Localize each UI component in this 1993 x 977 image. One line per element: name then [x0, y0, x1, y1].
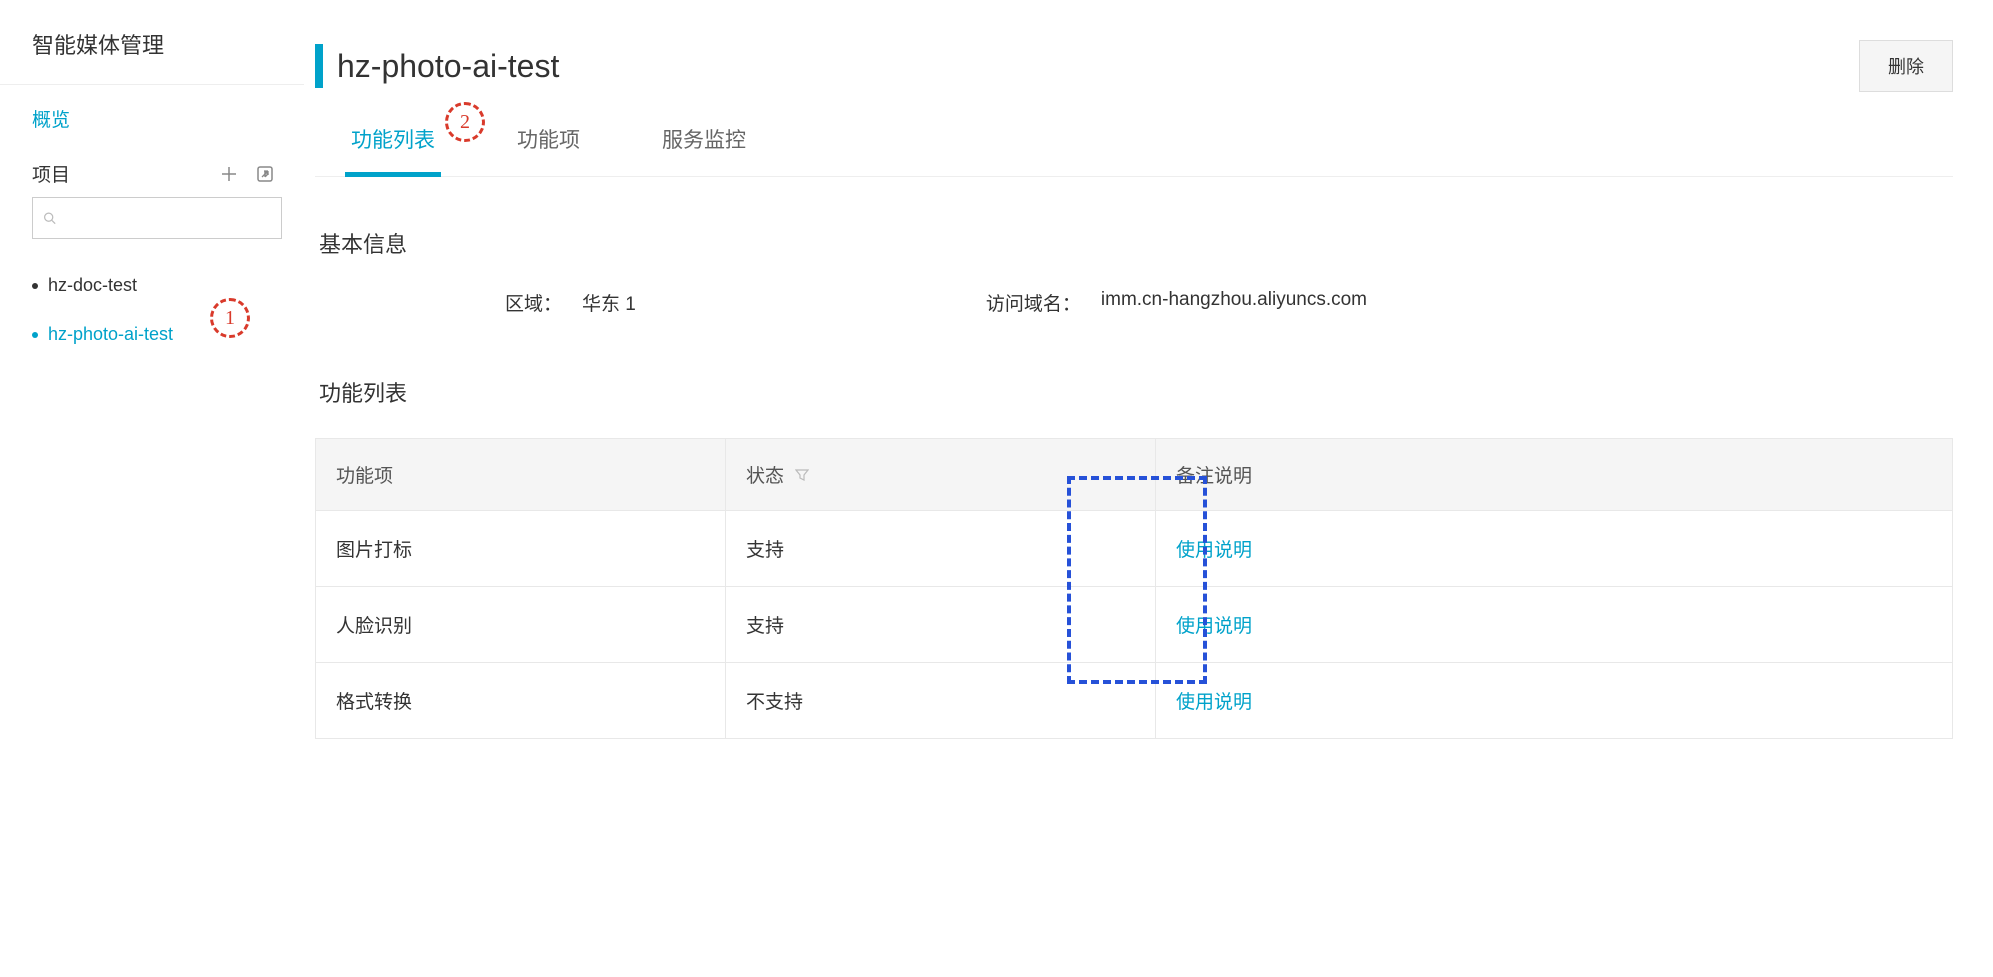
page-title: hz-photo-ai-test [337, 48, 559, 85]
export-icon[interactable] [254, 163, 276, 185]
domain-label: 访问域名： [986, 289, 1081, 316]
cell-status: 不支持 [726, 663, 1156, 739]
cell-status: 支持 [726, 587, 1156, 663]
brand-title: 智能媒体管理 [0, 0, 304, 84]
cell-feature: 图片打标 [316, 511, 726, 587]
annotation-marker-2: 2 [445, 102, 485, 142]
tab-function-item[interactable]: 功能项 [511, 124, 586, 176]
projects-title: 项目 [32, 160, 70, 187]
tab-label: 功能列表 [351, 129, 435, 152]
project-item-hz-photo-ai-test[interactable]: hz-photo-ai-test 1 [0, 310, 304, 359]
tabs: 功能列表 2 功能项 服务监控 [315, 124, 1953, 177]
basic-info-row: 区域： 华东 1 访问域名： imm.cn-hangzhou.aliyuncs.… [315, 289, 1953, 326]
bullet-icon [32, 283, 38, 289]
project-item-hz-doc-test[interactable]: hz-doc-test [0, 261, 304, 310]
usage-link[interactable]: 使用说明 [1176, 540, 1252, 561]
table-row: 人脸识别 支持 使用说明 [316, 587, 1953, 663]
section-title-function-list: 功能列表 [319, 376, 1953, 408]
project-search-input[interactable] [32, 197, 282, 239]
title-accent-bar [315, 44, 323, 88]
th-status[interactable]: 状态 [726, 439, 1156, 511]
cell-feature: 格式转换 [316, 663, 726, 739]
region-value: 华东 1 [582, 289, 636, 316]
main-content: hz-photo-ai-test 删除 功能列表 2 功能项 服务监控 基本信息… [305, 0, 1993, 977]
function-table: 功能项 状态 备注说明 图片打标 支持 使用说明 [315, 438, 1953, 739]
tab-service-monitor[interactable]: 服务监控 [656, 124, 752, 176]
project-item-label: hz-photo-ai-test [48, 324, 173, 345]
section-title-basic-info: 基本信息 [319, 227, 1953, 259]
th-note: 备注说明 [1156, 439, 1953, 511]
delete-button[interactable]: 删除 [1859, 40, 1953, 92]
table-row: 格式转换 不支持 使用说明 [316, 663, 1953, 739]
th-feature: 功能项 [316, 439, 726, 511]
region-label: 区域： [505, 289, 562, 316]
filter-icon[interactable] [795, 466, 809, 487]
search-icon [43, 210, 56, 226]
usage-link[interactable]: 使用说明 [1176, 692, 1252, 713]
cell-status: 支持 [726, 511, 1156, 587]
annotation-marker-1: 1 [210, 298, 250, 338]
nav-overview[interactable]: 概览 [0, 85, 304, 152]
sidebar: 智能媒体管理 概览 项目 hz-doc-test [0, 0, 305, 977]
table-row: 图片打标 支持 使用说明 [316, 511, 1953, 587]
usage-link[interactable]: 使用说明 [1176, 616, 1252, 637]
th-status-label: 状态 [746, 466, 784, 487]
cell-feature: 人脸识别 [316, 587, 726, 663]
domain-value: imm.cn-hangzhou.aliyuncs.com [1101, 289, 1367, 316]
projects-header: 项目 [0, 152, 304, 197]
add-project-icon[interactable] [218, 163, 240, 185]
bullet-icon [32, 332, 38, 338]
project-item-label: hz-doc-test [48, 275, 137, 296]
tab-function-list[interactable]: 功能列表 2 [345, 124, 441, 177]
